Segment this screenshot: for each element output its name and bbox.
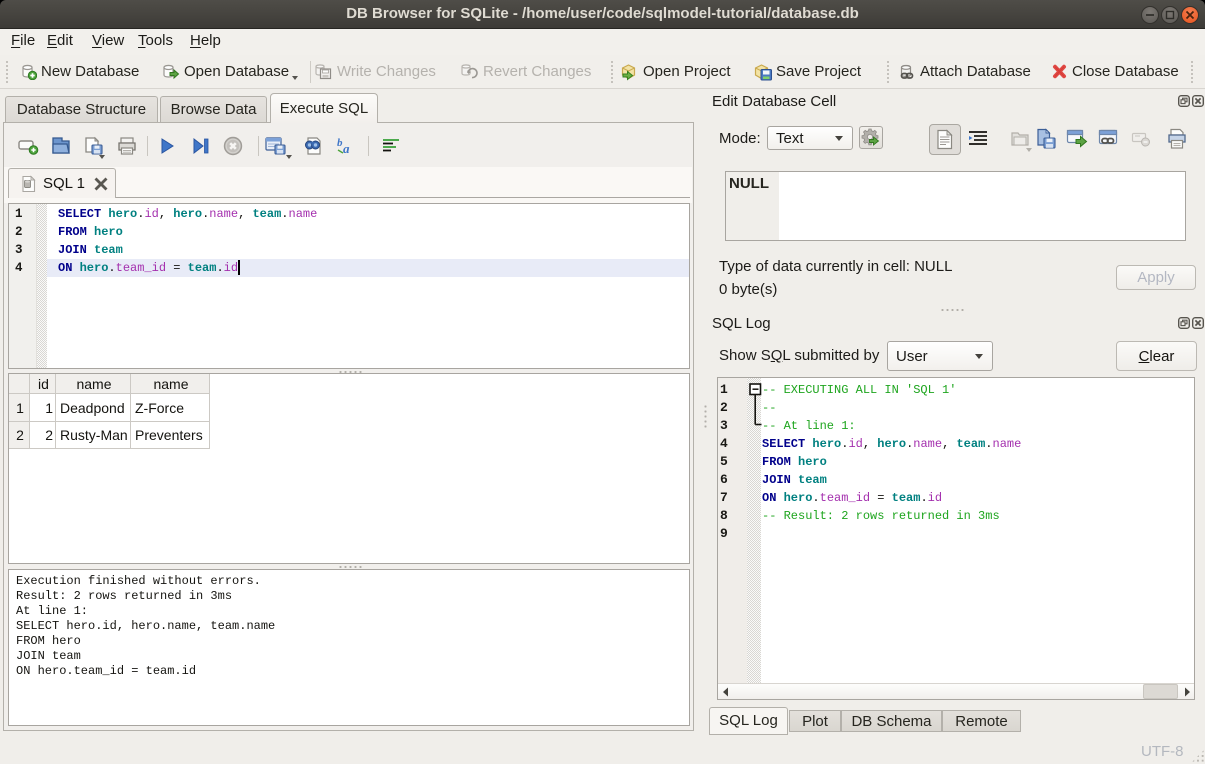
svg-text:a: a: [343, 141, 350, 156]
